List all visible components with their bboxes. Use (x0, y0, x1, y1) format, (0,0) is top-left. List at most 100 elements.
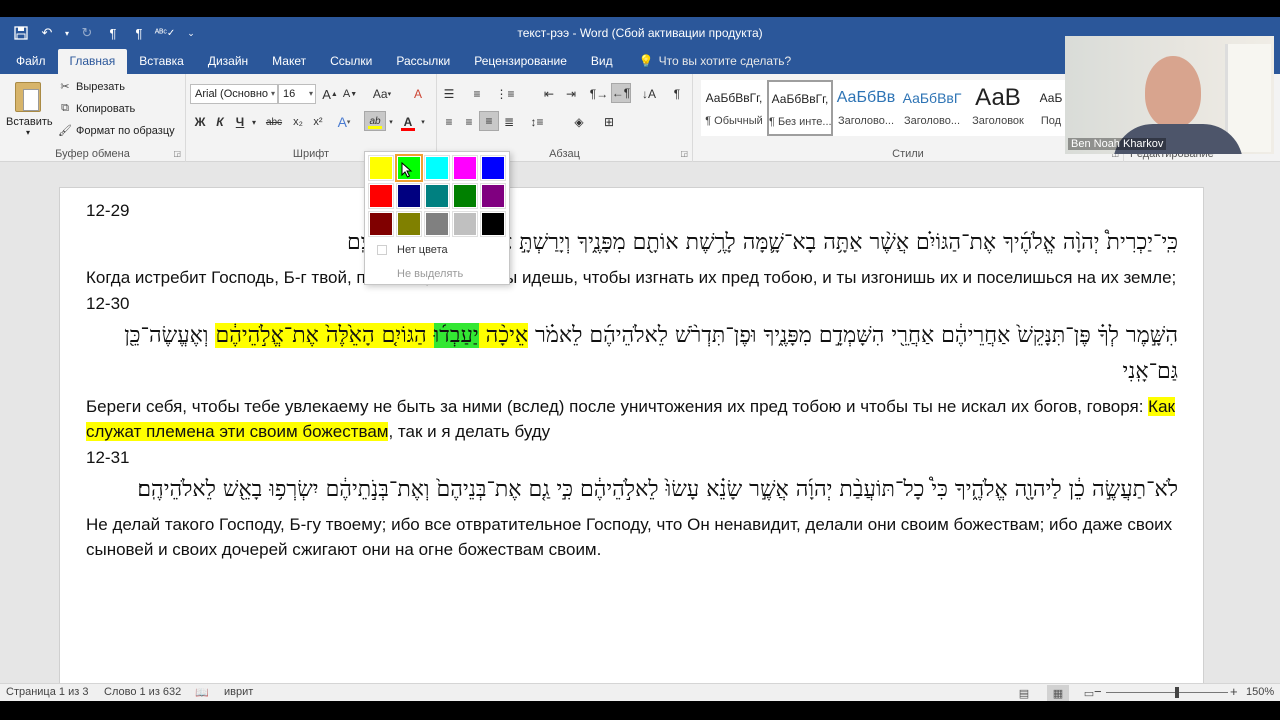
borders-icon[interactable]: ⊞ (599, 112, 619, 132)
grow-font-button[interactable]: A ▲ (320, 84, 340, 104)
zoom-level[interactable]: 150% (1246, 686, 1274, 698)
shrink-font-button[interactable]: A ▼ (340, 84, 360, 104)
paste-button[interactable]: Вставить ▾ (6, 80, 53, 142)
shading-icon[interactable]: ◈ (569, 112, 589, 132)
russian-text[interactable]: Когда истребит Господь, Б-г твой, племен… (86, 265, 1178, 290)
proofing-icon[interactable]: 📖 (195, 686, 209, 699)
tab-view[interactable]: Вид (579, 49, 625, 74)
highlight-dropdown[interactable]: ▾ (386, 112, 396, 132)
highlight-swatch[interactable] (480, 211, 506, 237)
sort-icon[interactable]: ↓A (639, 84, 659, 104)
tab-home[interactable]: Главная (57, 49, 128, 74)
zoom-slider-thumb[interactable] (1175, 687, 1179, 698)
highlight-swatch[interactable] (480, 155, 506, 181)
tab-insert[interactable]: Вставка (127, 49, 196, 74)
verse-ref: 12-31 (86, 448, 130, 467)
multilevel-list-icon[interactable]: ⋮≡ (495, 84, 515, 104)
font-name-combo[interactable]: Arial (Основно ▾ (190, 84, 278, 104)
tell-me-box[interactable]: 💡 Что вы хотите сделать? (625, 49, 792, 74)
language-indicator[interactable]: иврит (224, 686, 253, 698)
font-size-value: 16 (283, 88, 296, 100)
russian-text[interactable]: Не делай такого Господу, Б-гу твоему; иб… (86, 512, 1178, 562)
align-right-icon[interactable]: ≡ (479, 111, 499, 131)
highlight-swatch[interactable] (424, 183, 450, 209)
hebrew-segment: הִשָּׁ֣מֶר לְךָ֗ פֶּן־תִּנָּקֵשׁ֙ אַחֲרֵ… (528, 323, 1178, 348)
style-heading-2[interactable]: АаБбВвГ Заголово... (899, 80, 965, 136)
bold-button[interactable]: Ж (190, 112, 210, 132)
highlight-swatch[interactable] (368, 211, 394, 237)
style-normal[interactable]: АаБбВвГг, ¶ Обычный (701, 80, 767, 136)
font-color-dropdown[interactable]: ▾ (418, 112, 428, 132)
word-count[interactable]: Слово 1 из 632 (104, 686, 181, 698)
print-layout-icon[interactable]: ▦ (1047, 685, 1069, 701)
clipboard-icon (15, 82, 41, 112)
copy-button[interactable]: ⧉ Копировать (58, 102, 135, 115)
tab-review[interactable]: Рецензирование (462, 49, 579, 74)
highlight-swatch[interactable] (452, 183, 478, 209)
strikethrough-button[interactable]: abc (262, 112, 286, 132)
read-mode-icon[interactable]: ▤ (1013, 685, 1035, 701)
zoom-out-icon[interactable]: − (1094, 684, 1102, 699)
show-marks-icon[interactable]: ¶ (667, 84, 687, 104)
font-size-combo[interactable]: 16 ▾ (278, 84, 316, 104)
text-highlight-button[interactable]: ab (364, 111, 386, 131)
highlight-swatch[interactable] (368, 183, 394, 209)
tab-mailings[interactable]: Рассылки (384, 49, 462, 74)
underline-icon: Ч (235, 115, 245, 129)
increase-indent-icon[interactable]: ⇥ (561, 84, 581, 104)
style-name: Заголово... (837, 115, 895, 127)
dialog-launcher-icon[interactable]: ◲ (680, 149, 688, 158)
numbering-icon[interactable]: ≡ (467, 84, 487, 104)
align-center-icon[interactable]: ≡ (459, 112, 479, 132)
highlight-swatch[interactable] (368, 155, 394, 181)
subscript-button[interactable]: x₂ (288, 112, 308, 132)
underline-dropdown[interactable]: ▾ (248, 112, 260, 132)
dialog-launcher-icon[interactable]: ◲ (173, 149, 181, 158)
style-heading-1[interactable]: АаБбВв Заголово... (833, 80, 899, 136)
style-title[interactable]: АаВ Заголовок (965, 80, 1031, 136)
no-color-item[interactable]: Нет цвета (369, 240, 507, 260)
style-no-spacing[interactable]: АаБбВвГг, ¶ Без инте... (767, 80, 833, 136)
document-content[interactable]: 12-29 כִּֽי־יַכְרִית֩ יְהוָ֨ה אֱלֹהֶ֜יךָ… (86, 199, 1178, 564)
tab-design[interactable]: Дизайн (196, 49, 260, 74)
highlight-swatch[interactable] (452, 155, 478, 181)
justify-icon[interactable]: ≣ (499, 112, 519, 132)
style-preview: АаБбВвГг, (705, 91, 763, 105)
text-effects-button[interactable]: A ▾ (334, 112, 354, 132)
underline-button[interactable]: Ч (230, 112, 250, 132)
line-spacing-icon[interactable]: ↕≡ (527, 112, 547, 132)
highlight-swatch[interactable] (452, 211, 478, 237)
russian-text[interactable]: Береги себя, чтобы тебе увлекаему не быт… (86, 394, 1178, 444)
page-count[interactable]: Страница 1 из 3 (6, 686, 88, 698)
ltr-direction-icon[interactable]: ¶→ (589, 84, 609, 104)
superscript-button[interactable]: x² (308, 112, 328, 132)
copy-icon: ⧉ (61, 102, 69, 114)
clear-formatting-button[interactable]: A (408, 84, 428, 104)
hebrew-text[interactable]: לֹא־תַעֲשֶׂ֣ה כֵ֔ן לַיהוָ֖ה אֱלֹהֶ֑יךָ כ… (86, 472, 1178, 508)
change-case-button[interactable]: Aa ▾ (368, 84, 396, 104)
tab-references[interactable]: Ссылки (318, 49, 384, 74)
highlight-swatch[interactable] (480, 183, 506, 209)
highlight-swatch[interactable] (396, 211, 422, 237)
highlight-swatch[interactable] (424, 211, 450, 237)
italic-button[interactable]: К (210, 112, 230, 132)
hebrew-text[interactable]: הִשָּׁ֣מֶר לְךָ֗ פֶּן־תִּנָּקֵשׁ֙ אַחֲרֵ… (86, 318, 1178, 390)
hebrew-text[interactable]: כִּֽי־יַכְרִית֩ יְהוָ֨ה אֱלֹהֶ֜יךָ אֶת־ה… (86, 225, 1178, 261)
tab-file[interactable]: Файл (4, 49, 58, 74)
font-color-button[interactable]: A (398, 112, 418, 132)
highlight-swatch[interactable] (424, 155, 450, 181)
tab-layout[interactable]: Макет (260, 49, 318, 74)
zoom-in-icon[interactable]: + (1230, 684, 1238, 699)
bold-icon: Ж (194, 115, 206, 129)
decrease-indent-icon[interactable]: ⇤ (539, 84, 559, 104)
rtl-direction-icon[interactable]: ←¶ (611, 83, 631, 103)
align-left-icon[interactable]: ≡ (439, 112, 459, 132)
chevron-down-icon: ▾ (270, 89, 275, 98)
highlight-swatch[interactable] (396, 183, 422, 209)
shrink-font-icon: A (342, 88, 351, 100)
bullets-icon[interactable]: ☰ (439, 84, 459, 104)
cut-button[interactable]: ✂ Вырезать (58, 80, 125, 94)
zoom-slider[interactable] (1106, 692, 1228, 693)
document-page[interactable]: 12-29 כִּֽי־יַכְרִית֩ יְהוָ֨ה אֱלֹהֶ֜יךָ… (59, 187, 1204, 683)
format-painter-button[interactable]: 🖌 Формат по образцу (58, 124, 175, 138)
